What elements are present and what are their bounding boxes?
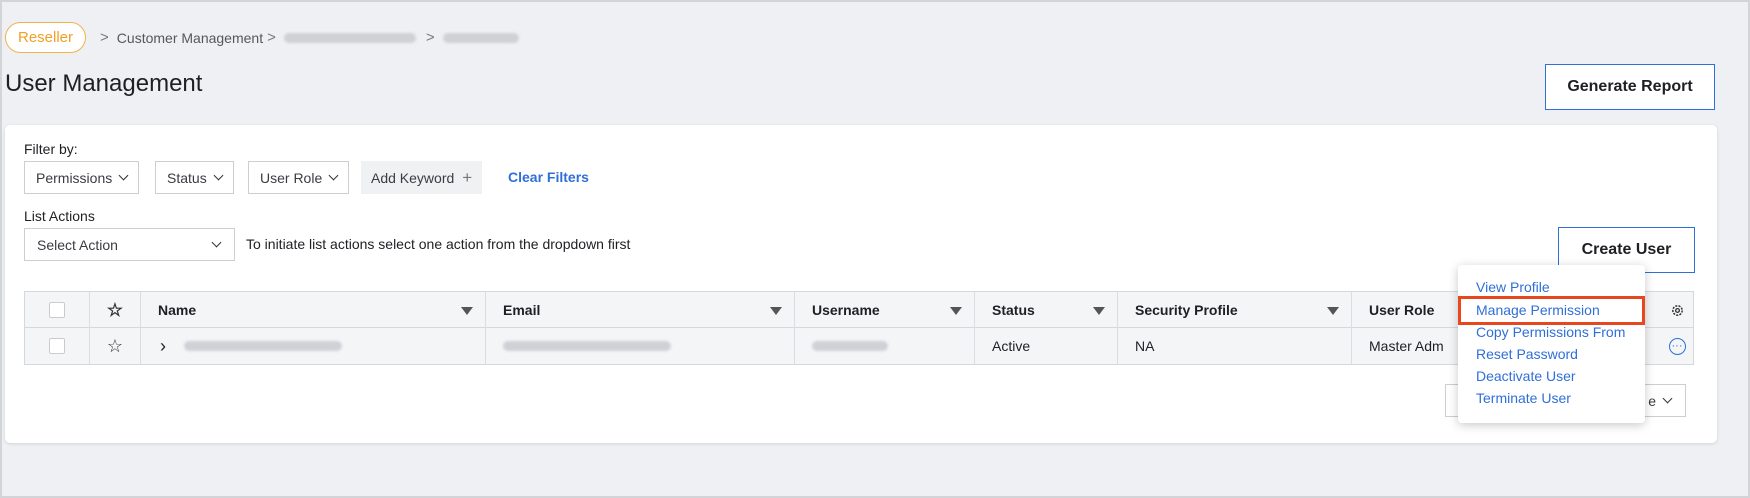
select-action-dropdown[interactable]: Select Action: [24, 228, 235, 261]
row-actions-menu: View Profile Manage Permission Copy Perm…: [1458, 265, 1645, 423]
status-filter-label: Status: [167, 169, 207, 186]
name-column-header[interactable]: Name: [141, 292, 486, 328]
column-settings-cell: [1660, 292, 1694, 328]
select-all-checkbox[interactable]: [49, 302, 65, 318]
row-email-cell: [486, 328, 795, 364]
row-user-role: Master Adm: [1369, 338, 1444, 354]
menu-item-terminate-user[interactable]: Terminate User: [1476, 390, 1571, 406]
row-username-redacted: [812, 341, 888, 351]
clear-filters-link[interactable]: Clear Filters: [508, 169, 589, 185]
name-header-label: Name: [158, 302, 197, 318]
menu-item-reset-password[interactable]: Reset Password: [1476, 346, 1578, 362]
permissions-filter-label: Permissions: [36, 169, 113, 186]
status-column-header[interactable]: Status: [975, 292, 1118, 328]
add-keyword-label: Add Keyword: [371, 169, 455, 186]
sort-caret-icon[interactable]: [770, 307, 782, 315]
security-profile-column-header[interactable]: Security Profile: [1118, 292, 1352, 328]
sort-caret-icon[interactable]: [461, 307, 473, 315]
users-table: ☆ Name Email Username Status Security Pr…: [24, 291, 1694, 365]
row-name-redacted: [184, 341, 342, 351]
row-email-redacted: [503, 341, 671, 351]
expand-row-icon[interactable]: ›: [160, 336, 166, 357]
user-role-column-header[interactable]: User Role: [1352, 292, 1452, 328]
menu-item-deactivate-user[interactable]: Deactivate User: [1476, 368, 1576, 384]
row-status: Active: [992, 338, 1031, 354]
filter-by-label: Filter by:: [24, 141, 78, 157]
breadcrumb-separator: >: [425, 29, 435, 46]
breadcrumb: Reseller > Customer Management > >: [5, 22, 519, 53]
plus-icon: +: [462, 167, 473, 187]
chevron-down-icon: [328, 170, 339, 181]
breadcrumb-redacted-customer[interactable]: [283, 32, 416, 43]
username-column-header[interactable]: Username: [795, 292, 975, 328]
favorite-header-cell: ☆: [90, 292, 141, 328]
list-actions-hint: To initiate list actions select one acti…: [246, 236, 631, 252]
breadcrumb-customer-management[interactable]: Customer Management: [117, 30, 263, 46]
sort-caret-icon[interactable]: [1327, 307, 1339, 315]
row-actions-cell: ···: [1660, 328, 1694, 364]
row-user-role-cell: Master Adm: [1352, 328, 1452, 364]
status-header-label: Status: [992, 302, 1035, 318]
row-status-cell: Active: [975, 328, 1118, 364]
username-header-label: Username: [812, 302, 880, 318]
chevron-down-icon: [118, 170, 129, 181]
sort-caret-icon[interactable]: [1093, 307, 1105, 315]
list-actions-label: List Actions: [24, 208, 95, 224]
chevron-down-icon: [1662, 393, 1673, 404]
reseller-badge[interactable]: Reseller: [5, 22, 87, 53]
select-action-value: Select Action: [37, 236, 118, 253]
email-column-header[interactable]: Email: [486, 292, 795, 328]
pagination-partial-label: e: [1648, 392, 1656, 409]
select-all-cell: [25, 292, 90, 328]
security-profile-header-label: Security Profile: [1135, 302, 1238, 318]
star-icon[interactable]: ☆: [107, 300, 123, 321]
row-checkbox[interactable]: [49, 338, 65, 354]
generate-report-button[interactable]: Generate Report: [1545, 64, 1715, 110]
add-keyword-button[interactable]: Add Keyword +: [361, 161, 483, 194]
permissions-filter[interactable]: Permissions: [24, 161, 140, 194]
table-row[interactable]: ☆ › Active NA Master Adm ···: [25, 328, 1693, 364]
breadcrumb-separator: >: [100, 29, 109, 46]
table-header: ☆ Name Email Username Status Security Pr…: [25, 292, 1693, 328]
user-role-filter-label: User Role: [260, 169, 323, 186]
star-icon[interactable]: ☆: [107, 336, 123, 357]
row-name-cell: ›: [141, 328, 486, 364]
email-header-label: Email: [503, 302, 541, 318]
status-filter[interactable]: Status: [155, 161, 234, 194]
menu-item-copy-permissions-from[interactable]: Copy Permissions From: [1476, 324, 1625, 340]
menu-item-view-profile[interactable]: View Profile: [1476, 279, 1550, 295]
gear-icon[interactable]: [1670, 303, 1685, 318]
breadcrumb-separator: >: [267, 29, 276, 46]
more-options-icon[interactable]: ···: [1668, 337, 1686, 355]
sort-caret-icon[interactable]: [950, 307, 962, 315]
row-security-profile-cell: NA: [1118, 328, 1352, 364]
chevron-down-icon: [213, 170, 224, 181]
breadcrumb-redacted-user: [442, 32, 519, 43]
page-title: User Management: [5, 70, 203, 97]
row-username-cell: [795, 328, 975, 364]
row-favorite-cell: ☆: [90, 328, 141, 364]
highlight-box: [1458, 296, 1645, 325]
chevron-down-icon: [211, 237, 222, 248]
user-role-filter[interactable]: User Role: [248, 161, 350, 194]
row-security-profile: NA: [1135, 338, 1155, 354]
user-role-header-label: User Role: [1369, 302, 1435, 318]
row-select-cell: [25, 328, 90, 364]
